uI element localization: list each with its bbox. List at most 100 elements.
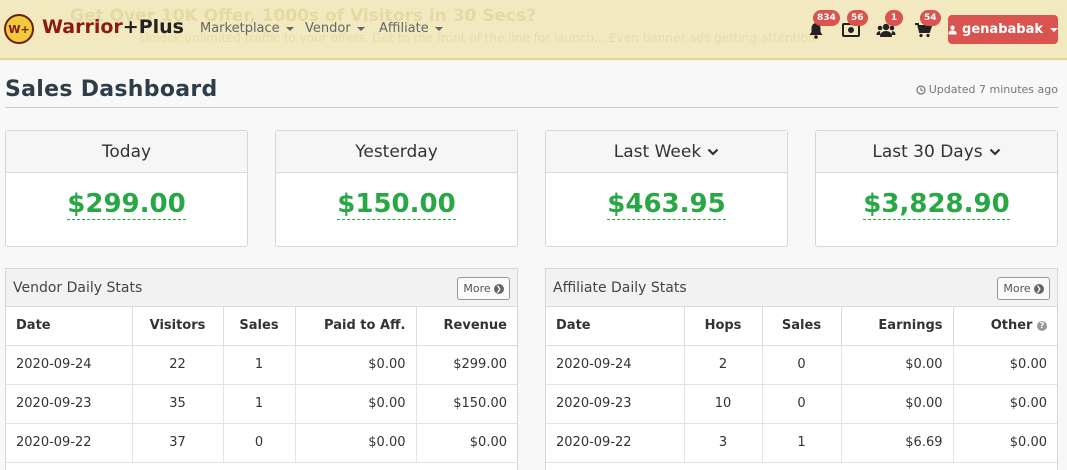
cell-sales: 0	[223, 423, 296, 463]
table-row: 2020-09-23 35 1 $0.00 $150.00	[6, 384, 517, 424]
vendor-daily-stats-panel: Vendor Daily Stats More ❯ Date Visitors S…	[5, 268, 518, 470]
cell-other: $0.00	[953, 384, 1057, 424]
page-title: Sales Dashboard	[5, 77, 218, 102]
stat-card-today: Today $299.00	[5, 130, 248, 247]
clock-icon	[916, 84, 926, 95]
stat-label: Today	[101, 141, 152, 162]
logo-mark: W+	[8, 22, 30, 36]
stat-card-header: Yesterday	[276, 131, 517, 173]
nav-menu-marketplace[interactable]: Marketplace	[200, 21, 294, 36]
vendor-stats-table: Date Visitors Sales Paid to Aff. Revenue…	[6, 307, 517, 463]
brand-logo[interactable]: Warrior+Plus	[42, 16, 184, 38]
table-row: 2020-09-24 22 1 $0.00 $299.00	[6, 345, 517, 385]
cell-hops: 3	[684, 423, 763, 463]
logo-icon[interactable]: W+	[4, 14, 34, 44]
table-row: 2020-09-22 37 0 $0.00 $0.00	[6, 423, 517, 463]
stat-value[interactable]: $3,828.90	[863, 189, 1010, 220]
nav-menu-affiliate[interactable]: Affiliate	[379, 21, 443, 36]
stat-card-header: Today	[6, 131, 247, 173]
cell-sales: 1	[223, 345, 296, 385]
affiliate-stats-table: Date Hops Sales Earnings Other ? 2020-09…	[546, 307, 1057, 463]
cell-date: 2020-09-22	[546, 423, 685, 463]
arrow-right-circle-icon: ❯	[493, 283, 504, 294]
stat-card-yesterday: Yesterday $150.00	[275, 130, 518, 247]
column-header[interactable]: Hops	[684, 307, 763, 346]
user-name: genababak	[962, 22, 1043, 37]
cell-other: $0.00	[953, 345, 1057, 385]
cell-visitors: 37	[132, 423, 224, 463]
more-label: More	[463, 282, 491, 295]
panel-title: Vendor Daily Stats	[13, 280, 143, 296]
stat-period-dropdown[interactable]: Last Week	[546, 131, 787, 173]
stat-card-last-30-days: Last 30 Days $3,828.90	[815, 130, 1058, 247]
cell-earnings: $6.69	[841, 423, 954, 463]
user-menu-button[interactable]: genababak	[948, 15, 1058, 44]
cart-count-badge: 54	[920, 10, 941, 26]
table-row: 2020-09-24 2 0 $0.00 $0.00	[546, 345, 1057, 385]
table-header-row: Date Visitors Sales Paid to Aff. Revenue	[6, 307, 517, 346]
cell-date: 2020-09-23	[546, 384, 685, 424]
cell-revenue: $150.00	[416, 384, 517, 424]
cell-revenue: $299.00	[416, 345, 517, 385]
stat-value[interactable]: $299.00	[67, 189, 186, 220]
question-circle-icon[interactable]: ?	[1037, 320, 1047, 331]
user-icon	[948, 25, 957, 35]
cell-sales: 0	[762, 345, 842, 385]
nav-menu-label: Vendor	[305, 21, 351, 36]
cell-date: 2020-09-23	[6, 384, 133, 424]
affiliate-more-button[interactable]: More ❯	[997, 277, 1050, 300]
cell-other: $0.00	[953, 423, 1057, 463]
top-navbar: Get Over 10K Offer, 1000s of Visitors in…	[0, 0, 1067, 60]
chevron-down-icon	[434, 26, 443, 31]
cell-sales: 1	[223, 384, 296, 424]
nav-menu-label: Marketplace	[200, 21, 280, 36]
cell-visitors: 22	[132, 345, 224, 385]
updated-timestamp: Updated 7 minutes ago	[916, 83, 1058, 96]
cell-date: 2020-09-22	[6, 423, 133, 463]
cell-revenue: $0.00	[416, 423, 517, 463]
cell-earnings: $0.00	[841, 384, 954, 424]
stat-period-dropdown[interactable]: Last 30 Days	[816, 131, 1057, 173]
cell-sales: 1	[762, 423, 842, 463]
cell-earnings: $0.00	[841, 345, 954, 385]
cell-paid-to-aff: $0.00	[295, 345, 417, 385]
nav-menu-vendor[interactable]: Vendor	[305, 21, 365, 36]
cell-visitors: 35	[132, 384, 224, 424]
column-header[interactable]: Sales	[223, 307, 296, 346]
stat-card-last-week: Last Week $463.95	[545, 130, 788, 247]
users-count-badge: 1	[885, 10, 903, 26]
table-row: 2020-09-23 10 0 $0.00 $0.00	[546, 384, 1057, 424]
cell-hops: 2	[684, 345, 763, 385]
cell-date: 2020-09-24	[6, 345, 133, 385]
earnings-count-badge: 56	[847, 10, 868, 26]
notification-count-badge: 834	[813, 10, 840, 26]
column-header-other[interactable]: Other ?	[953, 307, 1057, 346]
column-header[interactable]: Visitors	[132, 307, 224, 346]
brand-part2: +Plus	[122, 16, 184, 38]
panel-header: Vendor Daily Stats More ❯	[6, 269, 517, 307]
column-header[interactable]: Sales	[762, 307, 842, 346]
column-header[interactable]: Earnings	[841, 307, 954, 346]
vendor-more-button[interactable]: More ❯	[457, 277, 510, 300]
column-header[interactable]: Date	[546, 307, 685, 346]
arrow-right-circle-icon: ❯	[1033, 283, 1044, 294]
table-header-row: Date Hops Sales Earnings Other ?	[546, 307, 1057, 346]
panel-header: Affiliate Daily Stats More ❯	[546, 269, 1057, 307]
column-header[interactable]: Paid to Aff.	[295, 307, 417, 346]
stat-value[interactable]: $150.00	[337, 189, 456, 220]
stat-label: Last Week	[613, 141, 702, 162]
column-header[interactable]: Date	[6, 307, 133, 346]
more-label: More	[1003, 282, 1031, 295]
cell-sales: 0	[762, 384, 842, 424]
stat-label: Last 30 Days	[872, 141, 983, 162]
stat-value[interactable]: $463.95	[607, 189, 726, 220]
chevron-down-icon	[707, 148, 719, 156]
table-row: 2020-09-22 3 1 $6.69 $0.00	[546, 423, 1057, 463]
updated-text: Updated 7 minutes ago	[928, 83, 1058, 96]
column-header-label: Other	[990, 318, 1033, 334]
chevron-down-icon	[1050, 27, 1058, 32]
column-header[interactable]: Revenue	[416, 307, 517, 346]
chevron-down-icon	[989, 148, 1000, 156]
stat-label: Yesterday	[355, 141, 438, 162]
cell-date: 2020-09-24	[546, 345, 685, 385]
